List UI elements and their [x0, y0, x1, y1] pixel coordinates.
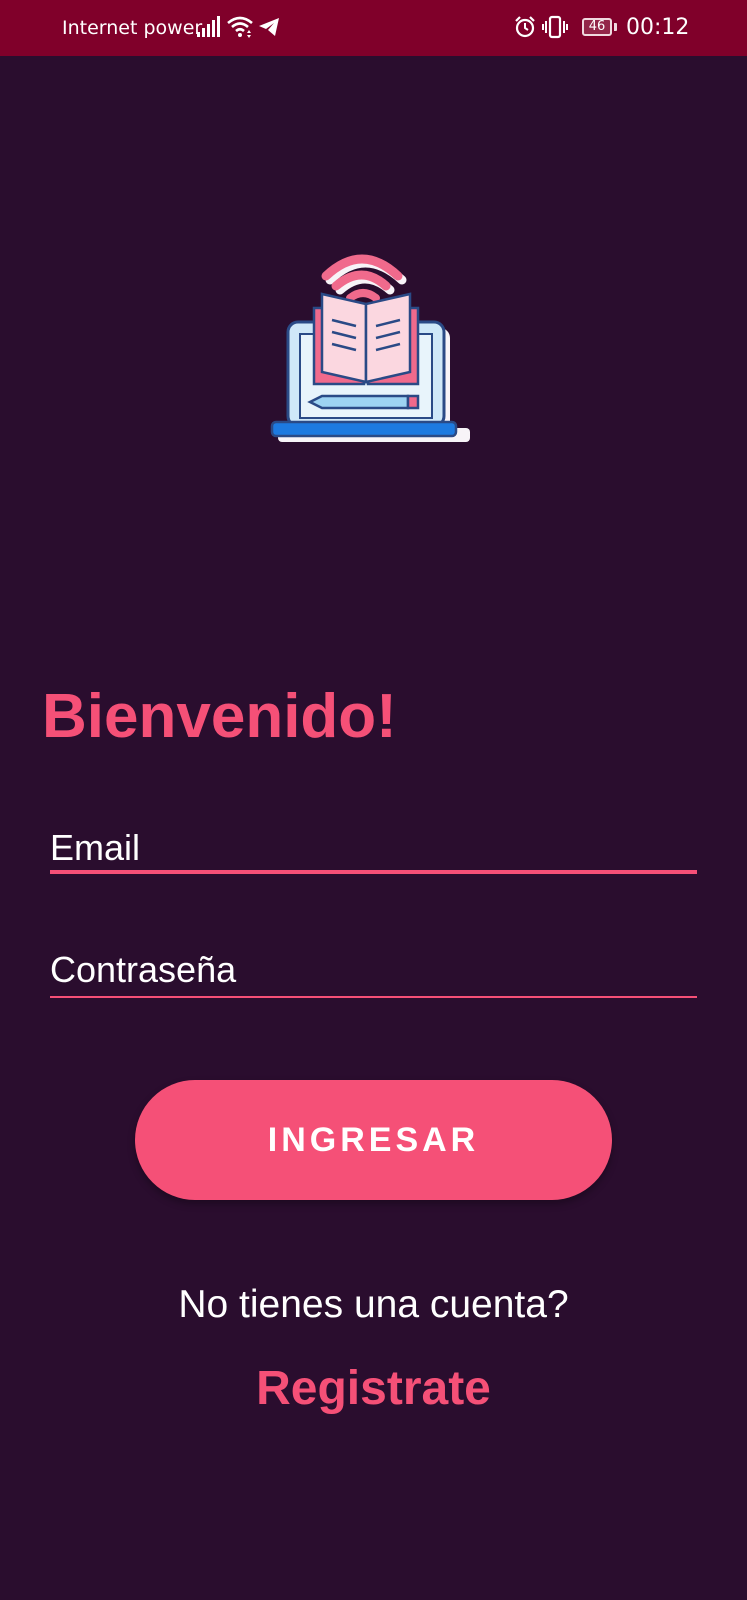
- password-field-container: [50, 940, 697, 1004]
- clock: 00:12: [626, 15, 690, 40]
- status-bar: Internet power 46 00:12: [0, 0, 747, 56]
- carrier-label: Internet power: [62, 17, 203, 39]
- wifi-icon: [227, 16, 253, 38]
- battery-icon: 46: [582, 18, 612, 36]
- vibrate-icon: [542, 15, 568, 39]
- password-field[interactable]: [50, 940, 697, 1000]
- password-underline: [50, 996, 697, 998]
- no-account-prompt: No tienes una cuenta?: [178, 1283, 569, 1326]
- email-field[interactable]: [50, 818, 697, 878]
- signal-icon: [197, 16, 220, 37]
- welcome-title: Bienvenido!: [42, 682, 397, 751]
- alarm-icon: [515, 16, 535, 38]
- open-book-laptop-icon: [270, 254, 470, 442]
- battery-tip: [614, 23, 617, 31]
- register-link[interactable]: Registrate: [0, 1361, 747, 1416]
- login-button[interactable]: INGRESAR: [135, 1080, 612, 1200]
- email-field-container: [50, 818, 697, 882]
- telegram-icon: [259, 18, 279, 36]
- email-underline: [50, 870, 697, 874]
